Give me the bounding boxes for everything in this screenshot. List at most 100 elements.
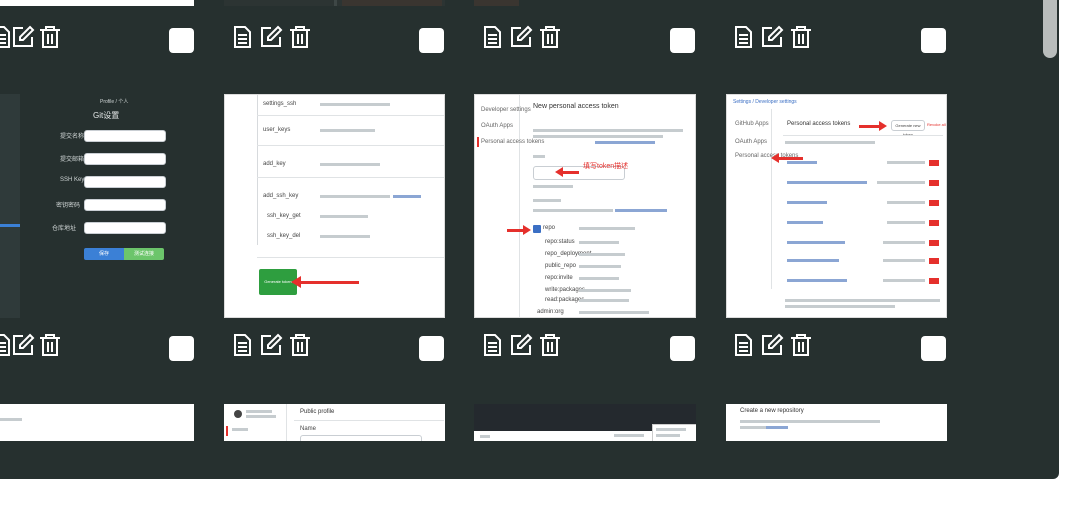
delete-button[interactable] [536, 26, 563, 53]
trash-icon [538, 25, 562, 54]
thumbnail-top-1[interactable] [0, 0, 194, 6]
edit-icon [760, 333, 784, 362]
token-form-title: New personal access token [533, 103, 619, 110]
document-icon [480, 25, 504, 54]
annotation-arrowhead [291, 276, 301, 288]
view-button[interactable] [729, 334, 756, 361]
breadcrumb: Settings / Developer settings [733, 99, 797, 105]
thumbnail-ssh-list[interactable]: settings_ssh user_keys add_key add_ssh_k… [224, 94, 445, 318]
edit-button[interactable] [9, 333, 36, 362]
view-button[interactable] [228, 26, 255, 53]
delete-button[interactable] [787, 334, 814, 361]
delete-button[interactable] [36, 334, 63, 361]
delete-button[interactable] [286, 26, 313, 53]
document-icon [480, 333, 504, 362]
thumbnail-dark-header[interactable] [474, 404, 696, 441]
scope-item: repo [543, 225, 556, 231]
trash-icon [538, 333, 562, 362]
generate-token-button-thumb: Generate new token [891, 120, 925, 137]
edit-button[interactable] [257, 333, 284, 362]
field-label: 密钥密码 [56, 203, 81, 209]
select-checkbox[interactable] [419, 28, 444, 53]
scrollbar-thumb[interactable] [1043, 0, 1057, 58]
scope-item: repo:invite [545, 275, 573, 281]
token-note-annotation: 填写token描述 [583, 163, 629, 170]
ssh-row: ssh_key_get [267, 213, 301, 219]
edit-icon [760, 25, 784, 54]
field-label: 仓库地址 [52, 226, 77, 232]
actions-row-2 [0, 333, 1059, 364]
settings-title: Profile / 个人 [100, 99, 129, 105]
edit-icon [259, 25, 283, 54]
select-checkbox[interactable] [169, 336, 194, 361]
field-input [84, 130, 166, 142]
thumbnail-top-3[interactable] [474, 0, 519, 6]
field-input [84, 222, 166, 234]
scope-item: admin:org [537, 309, 564, 315]
thumbnail-new-repo[interactable]: Create a new repository [726, 404, 947, 441]
ssh-row: settings_ssh [263, 101, 297, 107]
ssh-row: add_key [263, 161, 286, 167]
select-checkbox[interactable] [169, 28, 194, 53]
trash-icon [38, 333, 62, 362]
edit-icon [509, 25, 533, 54]
profile-title: Public profile [300, 409, 335, 415]
side-item: OAuth Apps [481, 123, 514, 129]
token-list-title: Personal access tokens [787, 121, 851, 127]
thumbnail-settings-form[interactable]: Profile / 个人 Git设置 提交名称 提交邮箱 SSH Key 密钥密… [0, 94, 194, 318]
thumbnail-top-2[interactable] [224, 0, 445, 6]
field-label: 提交名称 [60, 134, 85, 140]
actions-row-1 [0, 25, 1059, 56]
select-checkbox[interactable] [921, 336, 946, 361]
settings-header: Git设置 [93, 111, 120, 120]
edit-button[interactable] [9, 25, 36, 54]
delete-button[interactable] [36, 26, 63, 53]
edit-icon [11, 333, 35, 362]
field-input [84, 176, 166, 188]
edit-button[interactable] [507, 333, 534, 362]
field-input [84, 199, 166, 211]
select-checkbox[interactable] [670, 28, 695, 53]
view-button[interactable] [478, 334, 505, 361]
field-label: 提交邮箱 [60, 157, 85, 163]
view-button[interactable] [729, 26, 756, 53]
thumbnail-profile[interactable]: Public profile Name [224, 404, 445, 441]
edit-icon [509, 333, 533, 362]
field-input [84, 153, 166, 165]
trash-icon [288, 333, 312, 362]
annotation-arrow [299, 281, 359, 284]
attachment-gallery: Profile / 个人 Git设置 提交名称 提交邮箱 SSH Key 密钥密… [0, 0, 1059, 479]
ssh-row: add_ssh_key [263, 193, 299, 199]
edit-button[interactable] [257, 25, 284, 54]
trash-icon [288, 25, 312, 54]
scope-item: public_repo [545, 263, 577, 269]
delete-button[interactable] [787, 26, 814, 53]
select-checkbox[interactable] [921, 28, 946, 53]
ssh-row: ssh_key_del [267, 233, 301, 239]
thumbnail-token-list[interactable]: Settings / Developer settings GitHub App… [726, 94, 947, 318]
view-button[interactable] [478, 26, 505, 53]
document-icon [731, 333, 755, 362]
select-checkbox[interactable] [419, 336, 444, 361]
edit-icon [11, 25, 35, 54]
delete-button[interactable] [536, 334, 563, 361]
thumbnail-token-form[interactable]: Developer settings OAuth Apps Personal a… [474, 94, 696, 318]
document-icon [230, 333, 254, 362]
thumbnail-row3-1[interactable] [0, 404, 194, 441]
edit-icon [259, 333, 283, 362]
trash-icon [789, 25, 813, 54]
avatar [234, 410, 242, 418]
name-label: Name [300, 426, 317, 432]
scope-item: repo:status [545, 239, 575, 245]
new-repo-title: Create a new repository [740, 408, 804, 414]
edit-button[interactable] [758, 333, 785, 362]
edit-button[interactable] [758, 25, 785, 54]
ssh-row: user_keys [263, 127, 291, 133]
edit-button[interactable] [507, 25, 534, 54]
document-icon [230, 25, 254, 54]
view-button[interactable] [228, 334, 255, 361]
delete-button[interactable] [286, 334, 313, 361]
select-checkbox[interactable] [670, 336, 695, 361]
side-item: GitHub Apps [735, 121, 769, 127]
trash-icon [38, 25, 62, 54]
